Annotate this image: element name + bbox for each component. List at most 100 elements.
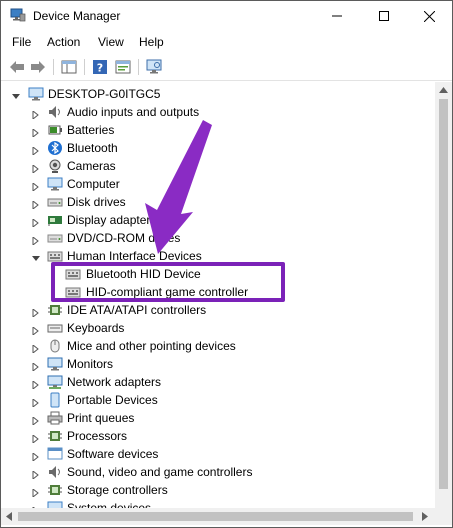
horizontal-scroll-thumb[interactable] [18, 512, 413, 521]
expand-chevron-icon[interactable] [32, 432, 40, 445]
forward-button[interactable] [28, 58, 48, 76]
tree-category-label: Disk drives [67, 195, 126, 209]
collapse-chevron-icon[interactable] [12, 90, 20, 99]
expand-chevron-icon[interactable] [32, 144, 40, 157]
camera-icon [47, 158, 63, 174]
menu-file[interactable]: File [12, 35, 31, 49]
toolbar-separator [138, 59, 139, 75]
tree-category-label: Batteries [67, 123, 115, 137]
maximize-button[interactable] [361, 1, 407, 31]
tree-category-storage-controllers[interactable]: Storage controllers [1, 481, 435, 499]
vertical-scroll-thumb[interactable] [439, 99, 448, 489]
menu-action[interactable]: Action [47, 35, 80, 49]
portable-device-icon [47, 392, 63, 408]
tree-category-portable-devices[interactable]: Portable Devices [1, 391, 435, 409]
properties-button[interactable] [113, 58, 133, 76]
display-adapter-icon [47, 212, 63, 228]
tree-category-audio-inputs-and-outputs[interactable]: Audio inputs and outputs [1, 103, 435, 121]
tree-category-sound-video-and-game-controllers[interactable]: Sound, video and game controllers [1, 463, 435, 481]
expand-chevron-icon[interactable] [32, 126, 40, 139]
tree-category-human-interface-devices[interactable]: Human Interface Devices [1, 247, 435, 265]
device-manager-app-icon [10, 8, 26, 22]
expand-chevron-icon[interactable] [32, 342, 40, 355]
expand-chevron-icon[interactable] [32, 234, 40, 247]
tree-device-hid-compliant-game-controller[interactable]: HID-compliant game controller [1, 283, 435, 301]
tree-category-dvd-cd-rom-drives[interactable]: DVD/CD-ROM drives [1, 229, 435, 247]
mouse-icon [47, 338, 63, 354]
tree-category-label: Computer [67, 177, 120, 191]
properties-icon [115, 60, 131, 74]
window-title: Device Manager [33, 9, 121, 23]
tree-category-label: Mice and other pointing devices [67, 339, 236, 353]
tree-category-disk-drives[interactable]: Disk drives [1, 193, 435, 211]
expand-chevron-icon[interactable] [32, 378, 40, 391]
expand-chevron-icon[interactable] [32, 486, 40, 499]
tree-category-label: Monitors [67, 357, 114, 371]
storage-controller-icon [47, 482, 63, 498]
tree-device-label: HID-compliant game controller [86, 285, 249, 299]
expand-chevron-icon[interactable] [32, 468, 40, 481]
tree-category-bluetooth[interactable]: Bluetooth [1, 139, 435, 157]
speaker-icon [47, 104, 63, 120]
expand-chevron-icon[interactable] [32, 198, 40, 211]
help-button[interactable]: ? [90, 58, 110, 76]
tree-category-processors[interactable]: Processors [1, 427, 435, 445]
tree-category-label: Human Interface Devices [67, 249, 202, 263]
vertical-scrollbar[interactable] [435, 82, 452, 508]
tree-category-network-adapters[interactable]: Network adapters [1, 373, 435, 391]
forward-arrow-icon [31, 61, 45, 73]
scrollbar-corner [435, 508, 452, 525]
tree-category-display-adapters[interactable]: Display adapters [1, 211, 435, 229]
system-device-icon [47, 500, 63, 508]
expand-chevron-icon[interactable] [32, 414, 40, 427]
battery-icon [47, 122, 63, 138]
minimize-icon [332, 15, 342, 17]
tree-category-print-queues[interactable]: Print queues [1, 409, 435, 427]
expand-chevron-icon[interactable] [32, 360, 40, 373]
menu-bar: File Action View Help [1, 31, 452, 53]
tree-category-label: Processors [67, 429, 128, 443]
expand-chevron-icon[interactable] [32, 396, 40, 409]
scroll-up-icon[interactable] [439, 87, 448, 93]
back-button[interactable] [7, 58, 27, 76]
horizontal-scrollbar[interactable] [1, 508, 435, 525]
scroll-left-icon[interactable] [6, 512, 12, 521]
menu-help[interactable]: Help [139, 35, 164, 49]
scan-monitor-icon [146, 59, 162, 74]
expand-chevron-icon[interactable] [32, 108, 40, 121]
tree-category-software-devices[interactable]: Software devices [1, 445, 435, 463]
show-hide-console-tree-button[interactable] [59, 58, 79, 76]
monitor-icon [47, 356, 63, 372]
close-button[interactable] [406, 1, 452, 31]
scroll-right-icon[interactable] [422, 512, 428, 521]
tree-category-ide-ata-atapi-controllers[interactable]: IDE ATA/ATAPI controllers [1, 301, 435, 319]
expand-chevron-icon[interactable] [32, 180, 40, 193]
software-device-icon [47, 446, 63, 462]
tree-device-bluetooth-hid-device[interactable]: Bluetooth HID Device [1, 265, 435, 283]
console-tree-icon [61, 60, 77, 74]
scan-hardware-changes-button[interactable] [144, 58, 164, 76]
title-bar[interactable]: Device Manager [1, 1, 452, 31]
tree-category-monitors[interactable]: Monitors [1, 355, 435, 373]
toolbar: ? [1, 53, 452, 81]
network-adapter-icon [47, 374, 63, 390]
tree-root[interactable]: DESKTOP-G0ITGC5 [1, 85, 435, 103]
tree-category-keyboards[interactable]: Keyboards [1, 319, 435, 337]
tree-category-computer[interactable]: Computer [1, 175, 435, 193]
tree-category-mice-and-other-pointing-devices[interactable]: Mice and other pointing devices [1, 337, 435, 355]
expand-chevron-icon[interactable] [32, 306, 40, 319]
disk-drive-icon [47, 194, 63, 210]
menu-view[interactable]: View [98, 35, 124, 49]
collapse-chevron-icon[interactable] [32, 252, 40, 261]
expand-chevron-icon[interactable] [32, 450, 40, 463]
minimize-button[interactable] [314, 1, 360, 31]
printer-icon [47, 410, 63, 426]
dvd-drive-icon [47, 230, 63, 246]
maximize-icon [379, 11, 389, 21]
tree-category-cameras[interactable]: Cameras [1, 157, 435, 175]
expand-chevron-icon[interactable] [32, 162, 40, 175]
tree-category-batteries[interactable]: Batteries [1, 121, 435, 139]
expand-chevron-icon[interactable] [32, 216, 40, 229]
tree-category-system-devices[interactable]: System devices [1, 499, 435, 508]
expand-chevron-icon[interactable] [32, 324, 40, 337]
